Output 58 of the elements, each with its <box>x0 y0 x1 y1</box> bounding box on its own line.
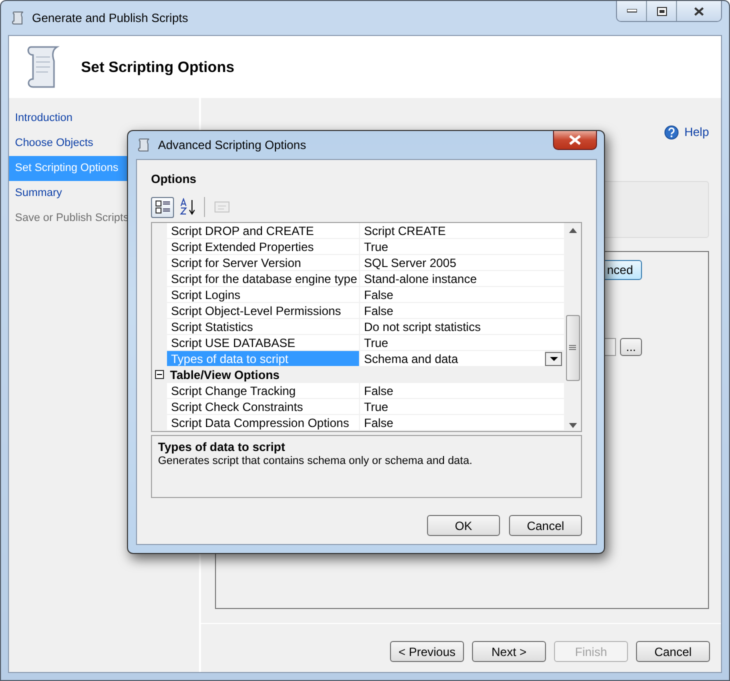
property-name[interactable]: Script for Server Version <box>167 255 359 270</box>
scroll-icon <box>10 10 26 26</box>
dialog-button[interactable]: OK <box>427 515 500 536</box>
nav-item[interactable]: Introduction <box>9 106 199 131</box>
property-value[interactable]: Schema and data <box>360 351 545 366</box>
property-name[interactable]: Script Data Compression Options <box>167 415 359 430</box>
window-title: Generate and Publish Scripts <box>32 11 188 25</box>
property-value[interactable]: Stand-alone instance <box>360 271 564 286</box>
description-text: Generates script that contains schema only or schema and data. <box>158 455 474 467</box>
property-name[interactable]: Script Logins <box>167 287 359 302</box>
close-icon <box>694 6 704 16</box>
wizard-button[interactable]: < Previous <box>390 641 464 662</box>
property-value[interactable]: True <box>360 399 564 414</box>
property-value[interactable]: SQL Server 2005 <box>360 255 564 270</box>
property-name[interactable]: Script Extended Properties <box>167 239 359 254</box>
browse-button[interactable]: ... <box>620 338 642 356</box>
scroll-icon <box>136 137 152 153</box>
property-name[interactable]: Script Change Tracking <box>167 383 359 398</box>
property-value[interactable]: False <box>360 415 564 430</box>
property-value[interactable]: Script CREATE <box>360 223 564 238</box>
property-name[interactable]: Script Statistics <box>167 319 359 334</box>
categorized-icon <box>154 199 170 215</box>
property-value[interactable]: False <box>360 303 564 318</box>
scroll-up-icon <box>568 228 576 233</box>
property-name[interactable]: Script USE DATABASE <box>167 335 359 350</box>
property-value[interactable]: True <box>360 335 564 350</box>
dialog-title: Advanced Scripting Options <box>158 138 306 152</box>
property-value[interactable]: False <box>360 383 564 398</box>
property-name[interactable]: Script DROP and CREATE <box>167 223 359 238</box>
close-icon <box>569 135 581 145</box>
description-title: Types of data to script <box>158 440 286 454</box>
scroll-down-icon <box>568 423 576 428</box>
page-title: Set Scripting Options <box>81 58 234 76</box>
wizard-button[interactable]: Cancel <box>636 641 710 662</box>
property-name[interactable]: Script Check Constraints <box>167 399 359 414</box>
help-label: Help <box>684 125 709 139</box>
toolbar-button[interactable] <box>151 196 174 218</box>
property-pages-icon <box>214 200 230 214</box>
close-button[interactable] <box>553 131 597 150</box>
grip-icon <box>569 345 576 351</box>
dialog-button[interactable]: Cancel <box>509 515 582 536</box>
sort-icon <box>180 198 196 216</box>
property-value[interactable]: False <box>360 287 564 302</box>
caret-icon <box>550 356 558 362</box>
property-value[interactable]: Do not script statistics <box>360 319 564 334</box>
dropdown-button[interactable] <box>545 352 562 366</box>
maximize-button[interactable] <box>647 1 677 21</box>
help-link[interactable]: Help <box>664 106 709 158</box>
property-value[interactable]: True <box>360 239 564 254</box>
close-button[interactable] <box>677 1 721 21</box>
minimize-icon <box>626 9 636 13</box>
maximize-icon <box>656 6 666 16</box>
property-name[interactable]: Script for the database engine type <box>167 271 359 286</box>
category-title: Table/View Options <box>169 367 280 382</box>
minimize-button[interactable] <box>617 1 647 21</box>
wizard-button[interactable]: Next > <box>472 641 546 662</box>
help-icon <box>664 124 680 140</box>
property-name[interactable]: Script Object-Level Permissions <box>167 303 359 318</box>
